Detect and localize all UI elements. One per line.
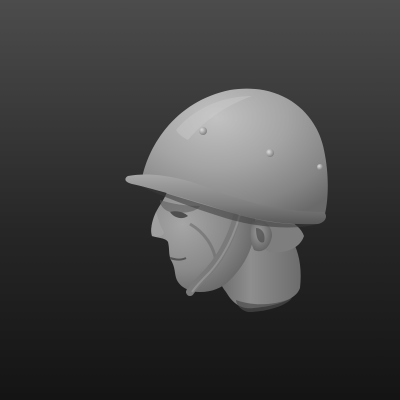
rivet-icon [317, 164, 323, 170]
rivet-icon [266, 149, 274, 157]
rivet-icon [199, 127, 207, 135]
sculpt-viewport [0, 0, 400, 400]
helmet-head-sculpture [125, 88, 328, 312]
